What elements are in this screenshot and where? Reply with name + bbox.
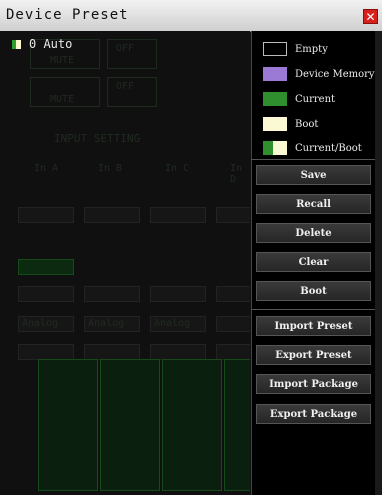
ghost-select-label: Analog	[22, 318, 59, 329]
ghost-fader-strip	[162, 359, 222, 491]
device-memory-swatch-icon	[263, 67, 287, 81]
current-swatch-icon	[263, 92, 287, 106]
clear-button[interactable]: Clear	[256, 252, 371, 272]
ghost-channel: In D	[230, 163, 243, 185]
ghost-channel: In B	[98, 163, 123, 174]
import-preset-button[interactable]: Import Preset	[256, 316, 371, 336]
current-boot-swatch-icon	[263, 141, 287, 155]
ghost-select	[18, 344, 74, 360]
ghost-field	[84, 286, 140, 302]
ghost-select	[150, 344, 206, 360]
preset-item-label: 0 Auto	[29, 37, 73, 51]
scrollbar[interactable]	[375, 31, 382, 495]
ghost-label: OFF	[116, 81, 135, 92]
ghost-label: MUTE	[50, 94, 75, 105]
ghost-green-field	[18, 259, 74, 275]
close-icon: ✕	[365, 9, 376, 24]
empty-swatch-icon	[263, 42, 287, 56]
import-package-button[interactable]: Import Package	[256, 374, 371, 394]
ghost-field	[18, 207, 74, 223]
ghost-field	[216, 207, 250, 223]
boot-swatch-icon	[263, 117, 287, 131]
ghost-select-label: Analog	[88, 318, 125, 329]
title-bar[interactable]: Device Preset ✕	[0, 0, 382, 32]
legend-current: Current	[263, 92, 335, 106]
close-button[interactable]: ✕	[363, 9, 378, 24]
recall-button[interactable]: Recall	[256, 194, 371, 214]
legend-label: Boot	[295, 118, 319, 130]
ghost-fader-strip	[100, 359, 160, 491]
ghost-select	[216, 316, 250, 332]
ghost-field	[216, 286, 250, 302]
ghost-field	[84, 207, 140, 223]
ghost-field	[18, 286, 74, 302]
legend-boot: Boot	[263, 117, 318, 131]
ghost-label: MUTE	[50, 55, 75, 66]
ghost-select-label: Analog	[154, 318, 191, 329]
ghost-section-title: INPUT SETTING	[54, 132, 141, 145]
export-package-button[interactable]: Export Package	[256, 404, 371, 424]
ghost-select	[216, 344, 250, 360]
ghost-field	[150, 286, 206, 302]
preset-list-pane: OFF OFF MUTE MUTE INPUT SETTING In A In …	[0, 31, 250, 495]
delete-button[interactable]: Delete	[256, 223, 371, 243]
ghost-select	[84, 344, 140, 360]
export-preset-button[interactable]: Export Preset	[256, 345, 371, 365]
device-preset-window: Device Preset ✕ OFF OFF MUTE MUTE INPUT …	[0, 0, 382, 495]
window-title: Device Preset	[6, 7, 129, 23]
current-boot-indicator-icon	[12, 39, 21, 49]
save-button[interactable]: Save	[256, 165, 371, 185]
legend-label: Device Memory	[295, 68, 375, 80]
divider	[251, 159, 375, 160]
ghost-fader-strip	[38, 359, 98, 491]
legend-label: Empty	[295, 43, 328, 55]
legend-empty: Empty	[263, 42, 328, 56]
ghost-label: OFF	[116, 43, 135, 54]
ghost-fader-strip	[224, 359, 250, 491]
legend-current-boot: Current/Boot	[263, 141, 362, 155]
ghost-channel: In A	[34, 163, 59, 174]
legend-label: Current	[295, 93, 336, 105]
legend-device-memory: Device Memory	[263, 67, 375, 81]
divider	[251, 309, 375, 310]
preset-item-auto[interactable]: 0 Auto	[12, 37, 72, 51]
legend-label: Current/Boot	[295, 142, 362, 154]
ghost-channel: In C	[165, 163, 190, 174]
ghost-field	[150, 207, 206, 223]
boot-button[interactable]: Boot	[256, 281, 371, 301]
